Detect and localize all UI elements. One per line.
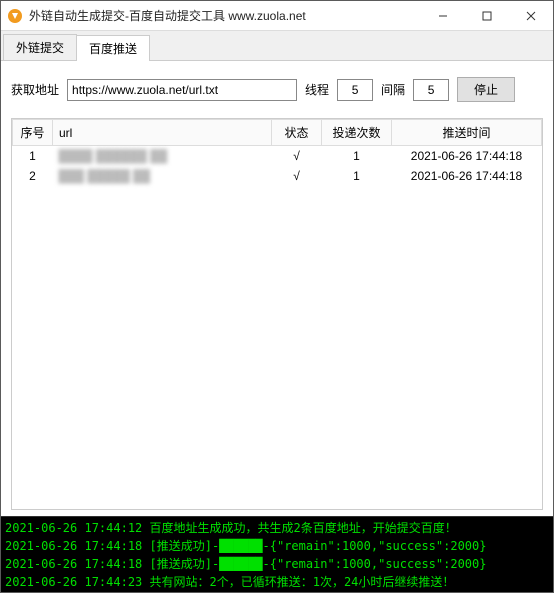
log-line: 2021-06-26 17:44:18 [推送成功]-██████-{"rema… (5, 537, 549, 555)
col-index[interactable]: 序号 (13, 120, 53, 146)
stop-button[interactable]: 停止 (457, 77, 515, 102)
col-status[interactable]: 状态 (272, 120, 322, 146)
col-count[interactable]: 投递次数 (322, 120, 392, 146)
tab-external-submit[interactable]: 外链提交 (3, 34, 77, 60)
threads-input[interactable] (337, 79, 373, 101)
interval-input[interactable] (413, 79, 449, 101)
tab-bar: 外链提交 百度推送 (1, 31, 553, 61)
table-row[interactable]: 2███ █████ ██√12021-06-26 17:44:18 (13, 166, 542, 186)
table-header-row: 序号 url 状态 投递次数 推送时间 (13, 120, 542, 146)
cell-status: √ (272, 146, 322, 167)
maximize-button[interactable] (465, 1, 509, 30)
app-window: 外链自动生成提交-百度自动提交工具 www.zuola.net 外链提交 百度推… (0, 0, 554, 593)
log-line: 2021-06-26 17:44:18 [推送成功]-██████-{"rema… (5, 555, 549, 573)
cell-time: 2021-06-26 17:44:18 (392, 146, 542, 167)
col-time[interactable]: 推送时间 (392, 120, 542, 146)
window-controls (421, 1, 553, 30)
close-button[interactable] (509, 1, 553, 30)
fetch-url-input[interactable] (67, 79, 297, 101)
threads-label: 线程 (305, 81, 329, 98)
cell-index: 2 (13, 166, 53, 186)
titlebar: 外链自动生成提交-百度自动提交工具 www.zuola.net (1, 1, 553, 31)
results-table-wrap: 序号 url 状态 投递次数 推送时间 1████ ██████ ██√1202… (11, 118, 543, 510)
cell-count: 1 (322, 146, 392, 167)
results-table: 序号 url 状态 投递次数 推送时间 1████ ██████ ██√1202… (12, 119, 542, 186)
fetch-url-label: 获取地址 (11, 81, 59, 98)
cell-url: ████ ██████ ██ (53, 146, 272, 167)
log-console: 2021-06-26 17:44:12 百度地址生成成功，共生成2条百度地址，开… (1, 516, 553, 592)
table-row[interactable]: 1████ ██████ ██√12021-06-26 17:44:18 (13, 146, 542, 167)
log-line: 2021-06-26 17:44:12 百度地址生成成功，共生成2条百度地址，开… (5, 519, 549, 537)
minimize-button[interactable] (421, 1, 465, 30)
log-line: 2021-06-26 17:44:23 共有网站：2个，已循环推送：1次，24小… (5, 573, 549, 591)
col-url[interactable]: url (53, 120, 272, 146)
app-icon (7, 8, 23, 24)
cell-index: 1 (13, 146, 53, 167)
cell-time: 2021-06-26 17:44:18 (392, 166, 542, 186)
tab-baidu-push[interactable]: 百度推送 (76, 35, 150, 61)
interval-label: 间隔 (381, 81, 405, 98)
cell-status: √ (272, 166, 322, 186)
cell-count: 1 (322, 166, 392, 186)
window-title: 外链自动生成提交-百度自动提交工具 www.zuola.net (29, 7, 421, 24)
cell-url: ███ █████ ██ (53, 166, 272, 186)
control-row: 获取地址 线程 间隔 停止 (1, 61, 553, 118)
